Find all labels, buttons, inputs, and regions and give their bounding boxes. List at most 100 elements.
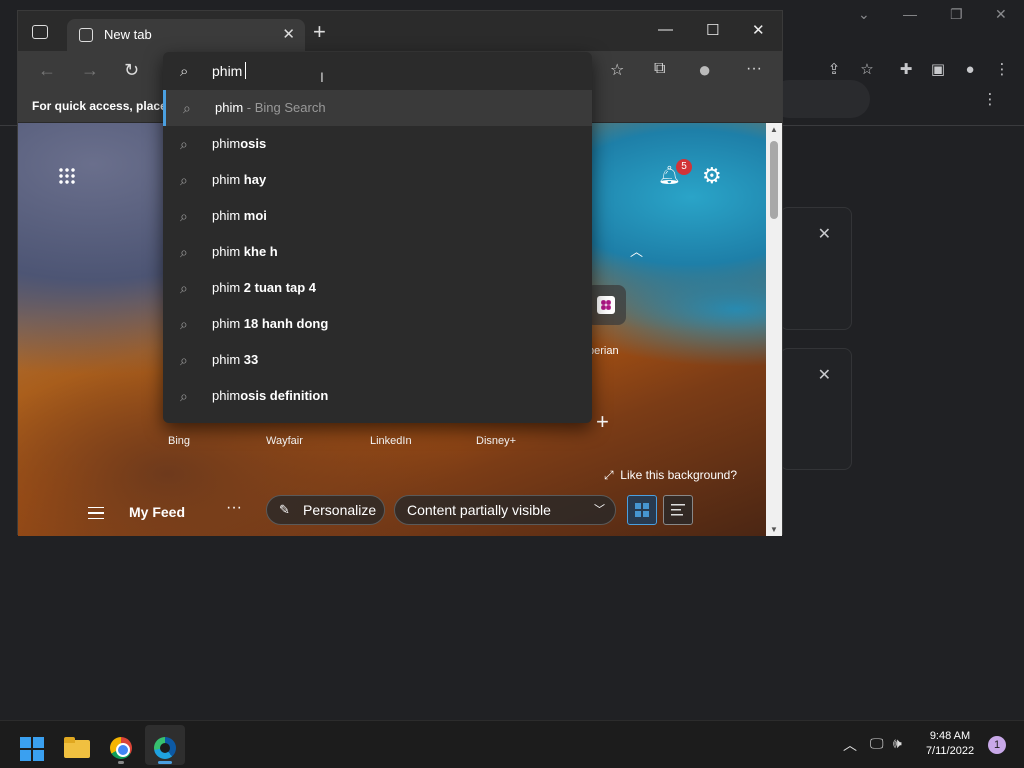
start-button[interactable] bbox=[12, 725, 52, 765]
feed-more-button[interactable]: ··· bbox=[226, 499, 242, 517]
search-icon: ⌕ bbox=[180, 388, 188, 404]
expand-icon: ⤢ bbox=[604, 468, 621, 482]
content-visibility-dropdown[interactable]: Content partially visible ﹀ bbox=[394, 495, 616, 525]
address-input[interactable]: phim bbox=[212, 63, 242, 79]
grid-layout-button[interactable] bbox=[627, 495, 657, 525]
app-launcher-icon[interactable] bbox=[58, 167, 76, 185]
content-visibility-label: Content partially visible bbox=[407, 502, 551, 518]
chevron-up-icon[interactable]: ︿ bbox=[843, 735, 857, 755]
list-layout-button[interactable] bbox=[663, 495, 693, 525]
suggestion-prefix: phim bbox=[212, 244, 244, 259]
favorites-bar-hint: For quick access, place y bbox=[32, 99, 177, 113]
suggestion-completion: moi bbox=[243, 208, 267, 223]
bookmark-star-icon[interactable]: ☆ bbox=[857, 60, 877, 80]
file-explorer-icon[interactable] bbox=[57, 725, 97, 765]
edge-titlebar: New tab ✕ + — ☐ ✕ bbox=[18, 11, 782, 51]
refresh-icon[interactable]: ↻ bbox=[124, 60, 139, 81]
minimize-icon[interactable]: — bbox=[658, 21, 673, 38]
restore-icon[interactable]: ❐ bbox=[950, 6, 963, 23]
chrome-icon[interactable] bbox=[101, 725, 141, 765]
suggestion-prefix: phim bbox=[212, 136, 241, 151]
clock-time: 9:48 AM bbox=[929, 730, 971, 742]
suggestion-completion: 2 tuan tap 4 bbox=[243, 280, 317, 295]
suggestion-item[interactable]: ⌕ phim 33 bbox=[163, 342, 592, 378]
running-indicator bbox=[118, 761, 124, 764]
close-icon[interactable]: ✕ bbox=[818, 365, 831, 385]
suggestion-item[interactable]: ⌕ phim 2 tuan tap 4 bbox=[163, 270, 592, 306]
add-quick-link-button[interactable]: + bbox=[596, 409, 609, 435]
ibeam-cursor-icon: I bbox=[320, 69, 324, 85]
maximize-icon[interactable]: ☐ bbox=[706, 21, 719, 39]
quick-link-wayfair[interactable]: Wayfair bbox=[266, 435, 303, 447]
quick-link-experian[interactable] bbox=[586, 285, 626, 325]
suggestion-item[interactable]: ⌕ phimosis definition bbox=[163, 378, 592, 414]
chrome-pill bbox=[770, 80, 870, 118]
settings-more-icon[interactable]: ··· bbox=[746, 60, 762, 78]
personalize-label: Personalize bbox=[303, 502, 377, 518]
notification-badge: 5 bbox=[676, 159, 692, 175]
suggestion-prefix: phim bbox=[215, 100, 244, 115]
scroll-down-icon[interactable]: ▼ bbox=[770, 525, 778, 534]
search-icon: ⌕ bbox=[180, 63, 189, 80]
scroll-up-icon[interactable]: ▲ bbox=[770, 125, 778, 134]
chevron-down-icon[interactable]: ⌄ bbox=[858, 6, 870, 23]
page-scrollbar[interactable]: ▲ ▼ bbox=[766, 123, 782, 536]
network-icon[interactable]: 🖵︎ bbox=[870, 735, 884, 752]
suggestion-item[interactable]: ⌕ phimosis bbox=[163, 126, 592, 162]
chevron-down-icon: ﹀ bbox=[594, 504, 605, 516]
close-icon[interactable]: ✕ bbox=[995, 6, 1007, 23]
experian-logo-icon bbox=[597, 296, 615, 314]
quick-link-bing[interactable]: Bing bbox=[168, 435, 190, 447]
tab-title: New tab bbox=[104, 27, 152, 42]
more-icon[interactable]: ⋮ bbox=[980, 90, 1000, 110]
hamburger-menu-icon[interactable] bbox=[88, 507, 104, 519]
extensions-icon[interactable]: ✚ bbox=[896, 60, 916, 80]
share-icon[interactable]: ⇪ bbox=[824, 60, 844, 80]
close-icon[interactable]: ✕ bbox=[282, 25, 295, 43]
suggestion-completion: khe h bbox=[243, 244, 278, 259]
suggestion-prefix: phim bbox=[212, 172, 244, 187]
running-indicator bbox=[158, 761, 172, 764]
favorites-icon[interactable]: ☆ bbox=[610, 60, 624, 80]
menu-icon[interactable]: ⋮ bbox=[992, 60, 1012, 80]
collections-icon[interactable]: ⧉ bbox=[654, 60, 665, 78]
feed-bar: My Feed ··· ✎ Personalize Content partia… bbox=[18, 493, 766, 536]
new-tab-button[interactable]: + bbox=[313, 21, 326, 43]
quick-link-linkedin[interactable]: LinkedIn bbox=[370, 435, 412, 447]
notification-center-badge[interactable]: 1 bbox=[988, 736, 1006, 754]
suggestion-item[interactable]: ⌕ phim khe h bbox=[163, 234, 592, 270]
search-icon: ⌕ bbox=[180, 208, 188, 224]
new-tab-favicon-icon bbox=[79, 28, 93, 42]
side-panel-icon[interactable]: ▣ bbox=[928, 60, 948, 80]
address-bar[interactable]: ⌕ phim I bbox=[163, 52, 592, 90]
edge-icon[interactable] bbox=[145, 725, 185, 765]
scroll-thumb[interactable] bbox=[770, 141, 778, 219]
profile-icon[interactable]: ● bbox=[960, 60, 980, 80]
clock-date: 7/11/2022 bbox=[925, 745, 975, 757]
volume-icon[interactable]: 🕪︎ bbox=[893, 735, 902, 752]
suggestion-item[interactable]: ⌕ phim hay bbox=[163, 162, 592, 198]
chrome-card: ✕ bbox=[780, 348, 852, 470]
suggestion-completion: osis bbox=[240, 136, 267, 151]
profile-avatar[interactable]: ● bbox=[698, 57, 711, 83]
suggestion-item[interactable]: ⌕ phim - Bing Search bbox=[163, 90, 592, 126]
gear-icon[interactable]: ⚙ bbox=[702, 163, 722, 189]
forward-icon[interactable]: → bbox=[81, 60, 99, 81]
back-icon[interactable]: ← bbox=[38, 60, 56, 81]
tab-actions-icon[interactable] bbox=[32, 25, 48, 39]
chrome-card: ✕ bbox=[780, 207, 852, 330]
suggestion-item[interactable]: ⌕ phim moi bbox=[163, 198, 592, 234]
suggestion-item[interactable]: ⌕ phim 18 hanh dong bbox=[163, 306, 592, 342]
personalize-button[interactable]: ✎ Personalize bbox=[266, 495, 385, 525]
my-feed-tab[interactable]: My Feed bbox=[129, 504, 185, 520]
like-background-link[interactable]: ⤢ Like this background? bbox=[604, 468, 737, 483]
close-icon[interactable]: ✕ bbox=[752, 21, 765, 39]
quick-link-disney[interactable]: Disney+ bbox=[476, 435, 516, 447]
system-clock[interactable]: 9:48 AM 7/11/2022 bbox=[920, 729, 980, 759]
suggestion-prefix: phim bbox=[212, 352, 244, 367]
minimize-icon[interactable]: — bbox=[903, 6, 917, 22]
tab-new-tab[interactable]: New tab ✕ bbox=[67, 19, 305, 51]
close-icon[interactable]: ✕ bbox=[818, 224, 831, 244]
quick-link-label: perian bbox=[588, 345, 619, 357]
chevron-up-icon[interactable]: ︿ bbox=[630, 241, 643, 260]
